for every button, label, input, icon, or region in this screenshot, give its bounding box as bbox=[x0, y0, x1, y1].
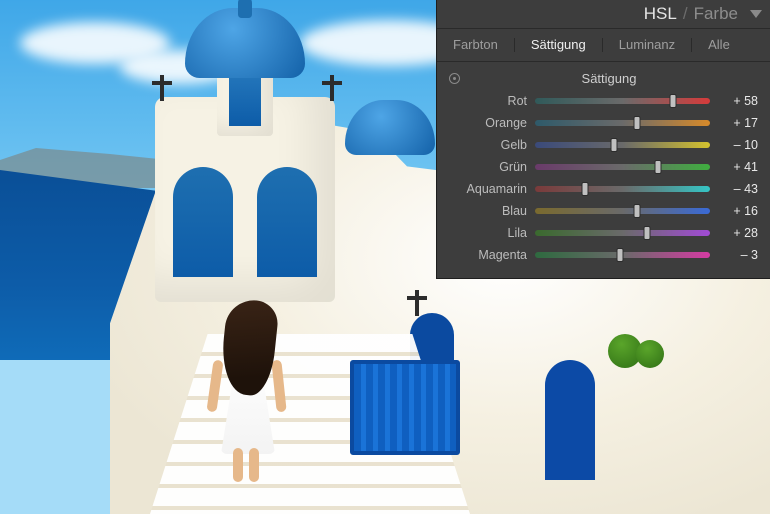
slider-label-purple: Lila bbox=[449, 226, 527, 240]
slider-row-purple: Lila + 28 bbox=[449, 222, 758, 244]
slider-label-blue: Blau bbox=[449, 204, 527, 218]
slider-value-red[interactable]: + 58 bbox=[718, 94, 758, 108]
slider-thumb-red[interactable] bbox=[670, 94, 677, 108]
slider-row-orange: Orange + 17 bbox=[449, 112, 758, 134]
slider-row-green: Grün + 41 bbox=[449, 156, 758, 178]
slider-label-green: Grün bbox=[449, 160, 527, 174]
panel-title-color: Farbe bbox=[694, 4, 738, 24]
slider-value-aqua[interactable]: – 43 bbox=[718, 182, 758, 196]
tab-divider bbox=[514, 38, 515, 52]
slider-thumb-magenta[interactable] bbox=[616, 248, 623, 262]
tab-luminance[interactable]: Luminanz bbox=[615, 37, 679, 52]
slider-track-orange[interactable] bbox=[535, 120, 710, 126]
panel-title-hsl: HSL bbox=[644, 4, 677, 24]
section-title: Sättigung bbox=[460, 71, 758, 86]
slider-thumb-blue[interactable] bbox=[633, 204, 640, 218]
collapse-icon[interactable] bbox=[750, 10, 762, 18]
tab-all[interactable]: Alle bbox=[704, 37, 734, 52]
tab-divider bbox=[691, 38, 692, 52]
slider-label-magenta: Magenta bbox=[449, 248, 527, 262]
slider-thumb-green[interactable] bbox=[655, 160, 662, 174]
slider-thumb-yellow[interactable] bbox=[610, 138, 617, 152]
panel-header[interactable]: HSL / Farbe bbox=[437, 0, 770, 29]
slider-track-magenta[interactable] bbox=[535, 252, 710, 258]
slider-label-red: Rot bbox=[449, 94, 527, 108]
tab-saturation[interactable]: Sättigung bbox=[527, 37, 590, 52]
slider-label-aqua: Aquamarin bbox=[449, 182, 527, 196]
slider-value-magenta[interactable]: – 3 bbox=[718, 248, 758, 262]
slider-row-yellow: Gelb – 10 bbox=[449, 134, 758, 156]
targeted-adjustment-tool-icon[interactable] bbox=[449, 73, 460, 84]
slider-row-magenta: Magenta – 3 bbox=[449, 244, 758, 266]
slider-label-yellow: Gelb bbox=[449, 138, 527, 152]
slider-track-yellow[interactable] bbox=[535, 142, 710, 148]
slider-row-aqua: Aquamarin – 43 bbox=[449, 178, 758, 200]
hsl-panel: HSL / Farbe Farbton Sättigung Luminanz A… bbox=[436, 0, 770, 279]
slider-row-blue: Blau + 16 bbox=[449, 200, 758, 222]
hsl-tabs: Farbton Sättigung Luminanz Alle bbox=[437, 29, 770, 62]
slider-track-green[interactable] bbox=[535, 164, 710, 170]
slider-track-blue[interactable] bbox=[535, 208, 710, 214]
tab-hue[interactable]: Farbton bbox=[449, 37, 502, 52]
slider-track-red[interactable] bbox=[535, 98, 710, 104]
slider-track-purple[interactable] bbox=[535, 230, 710, 236]
slider-track-aqua[interactable] bbox=[535, 186, 710, 192]
panel-title-sep: / bbox=[683, 4, 688, 24]
slider-thumb-purple[interactable] bbox=[644, 226, 651, 240]
slider-value-yellow[interactable]: – 10 bbox=[718, 138, 758, 152]
slider-value-orange[interactable]: + 17 bbox=[718, 116, 758, 130]
slider-value-green[interactable]: + 41 bbox=[718, 160, 758, 174]
slider-value-purple[interactable]: + 28 bbox=[718, 226, 758, 240]
slider-row-red: Rot + 58 bbox=[449, 90, 758, 112]
tab-divider bbox=[602, 38, 603, 52]
slider-value-blue[interactable]: + 16 bbox=[718, 204, 758, 218]
slider-group: Rot + 58 Orange + 17 Gelb – 10 Grün + 41 Aquamar… bbox=[437, 89, 770, 278]
slider-thumb-orange[interactable] bbox=[634, 116, 641, 130]
slider-label-orange: Orange bbox=[449, 116, 527, 130]
slider-thumb-aqua[interactable] bbox=[581, 182, 588, 196]
